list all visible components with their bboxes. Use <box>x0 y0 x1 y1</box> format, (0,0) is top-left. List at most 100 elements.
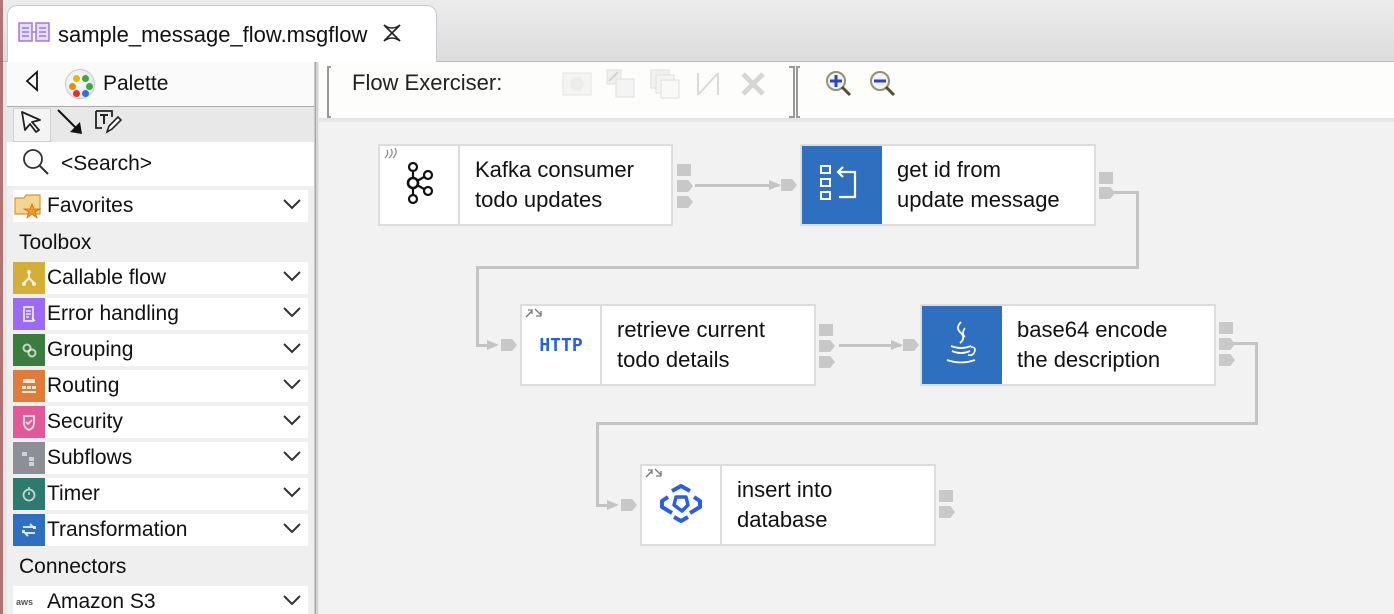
node-label-line: the description <box>1017 347 1161 372</box>
drawer-callable-flow[interactable]: Callable flow <box>13 262 308 294</box>
node-icon-area <box>922 306 1002 384</box>
drawer-label: Transformation <box>47 518 188 541</box>
chevron-down-icon <box>282 590 302 610</box>
drawer-amazon-s3[interactable]: aws Amazon S3 <box>13 586 308 614</box>
select-tool[interactable] <box>13 107 51 142</box>
output-terminal-failure[interactable] <box>939 490 953 502</box>
output-terminal-out[interactable] <box>939 506 955 518</box>
drawer-routing[interactable]: Routing <box>13 370 308 402</box>
connection-segment <box>476 266 479 347</box>
output-terminal-alternate[interactable] <box>1219 354 1235 366</box>
node-label: base64 encode the description <box>1002 306 1167 384</box>
connection-segment <box>596 422 1258 425</box>
palette-panel: Palette <Search> Favorites Toolbox Calla… <box>7 62 315 614</box>
node-label-line: insert into <box>737 477 833 502</box>
kafka-icon <box>403 161 435 210</box>
output-terminal-out[interactable] <box>819 340 835 352</box>
chevron-down-icon <box>282 410 302 430</box>
zoom-out-icon <box>868 69 898 104</box>
connection-kafka-getid[interactable] <box>695 184 779 187</box>
output-terminal-failure[interactable] <box>819 324 833 336</box>
drawer-label: Routing <box>47 374 120 397</box>
note-tool[interactable] <box>89 108 127 142</box>
palette-tools <box>7 106 314 142</box>
input-terminal[interactable] <box>621 499 637 511</box>
output-terminal-failure[interactable] <box>1099 172 1113 184</box>
database-connector-icon <box>656 483 706 528</box>
toolbar-group-bracket <box>327 66 331 118</box>
send-message-icon <box>606 69 636 104</box>
input-terminal[interactable] <box>781 179 797 191</box>
flow-canvas[interactable]: Kafka consumer todo updates get id from … <box>319 122 1394 614</box>
connection-segment <box>476 266 1139 269</box>
output-terminal-out[interactable] <box>1219 338 1235 350</box>
node-label-line: todo updates <box>475 187 603 212</box>
output-terminal-out[interactable] <box>1099 187 1115 199</box>
window-edge <box>0 0 3 614</box>
node-icon-area <box>802 146 882 224</box>
http-icon: HTTP <box>539 334 583 356</box>
callable-flow-category-icon <box>13 262 45 294</box>
toolbar-group-bracket <box>796 66 800 118</box>
toolbox-list: Callable flow Error handling Grouping Routi… <box>7 262 314 546</box>
connection-java-db[interactable] <box>1231 342 1257 345</box>
node-label-line: todo details <box>617 347 730 372</box>
chevron-down-icon <box>282 446 302 466</box>
output-terminal-failure[interactable] <box>1219 322 1233 334</box>
drawer-timer[interactable]: Timer <box>13 478 308 510</box>
triangle-left-icon[interactable] <box>25 69 51 98</box>
node-java-compute[interactable]: base64 encode the description <box>920 304 1216 386</box>
node-get-id-mapping[interactable]: get id from update message <box>800 144 1096 226</box>
chevron-down-icon <box>282 374 302 394</box>
drawer-subflows[interactable]: Subflows <box>13 442 308 474</box>
path-icon <box>694 69 724 104</box>
error-handling-category-icon <box>13 298 45 330</box>
msgflow-file-icon <box>18 21 50 48</box>
zoom-in-icon <box>824 69 854 104</box>
flow-exerciser-label: Flow Exerciser: <box>352 70 503 95</box>
drawer-favorites[interactable]: Favorites <box>13 190 308 222</box>
connection-getid-http[interactable] <box>1111 191 1137 194</box>
chevron-down-icon <box>282 266 302 286</box>
chevron-down-icon <box>282 302 302 322</box>
close-icon[interactable] <box>381 22 403 48</box>
output-terminal-error[interactable] <box>819 356 835 368</box>
node-label-line: update message <box>897 187 1060 212</box>
palette-search[interactable]: <Search> <box>7 142 314 186</box>
chevron-down-icon <box>282 482 302 502</box>
drawer-error-handling[interactable]: Error handling <box>13 298 308 330</box>
output-terminal-catch[interactable] <box>677 196 693 208</box>
send-message-button[interactable] <box>605 69 637 104</box>
drawer-label: Security <box>47 410 123 433</box>
output-terminal-out[interactable] <box>677 180 693 192</box>
input-terminal[interactable] <box>501 339 517 351</box>
output-terminal-failure[interactable] <box>677 164 691 176</box>
node-http-request[interactable]: HTTP retrieve current todo details <box>520 304 816 386</box>
chevron-down-icon <box>282 338 302 358</box>
node-label-line: retrieve current <box>617 317 765 342</box>
zoom-out-button[interactable] <box>867 70 899 102</box>
zoom-in-button[interactable] <box>823 70 855 102</box>
view-path-button[interactable] <box>693 70 725 102</box>
start-recording-button[interactable] <box>561 70 593 102</box>
editor-tab-msgflow[interactable]: sample_message_flow.msgflow <box>7 5 437 63</box>
node-label-line: database <box>737 507 828 532</box>
request-response-badge-icon <box>525 308 543 321</box>
palette-title: Palette <box>103 72 169 95</box>
stop-button[interactable] <box>737 70 769 102</box>
input-terminal[interactable] <box>903 339 919 351</box>
drawer-label: Subflows <box>47 446 133 469</box>
request-response-badge-icon <box>645 468 663 481</box>
node-icon-area <box>642 466 722 544</box>
toolbox-heading: Toolbox <box>19 231 92 254</box>
drawer-grouping[interactable]: Grouping <box>13 334 308 366</box>
node-label-line: base64 encode <box>1017 317 1168 342</box>
drawer-security[interactable]: Security <box>13 406 308 438</box>
transformation-category-icon <box>13 514 45 546</box>
connection-tool[interactable] <box>51 108 89 142</box>
drawer-transformation[interactable]: Transformation <box>13 514 308 546</box>
palette-splitter[interactable] <box>315 62 318 614</box>
view-recorded-button[interactable] <box>649 69 681 102</box>
node-kafka-consumer[interactable]: Kafka consumer todo updates <box>378 144 673 226</box>
node-database-connector[interactable]: insert into database <box>640 464 936 546</box>
